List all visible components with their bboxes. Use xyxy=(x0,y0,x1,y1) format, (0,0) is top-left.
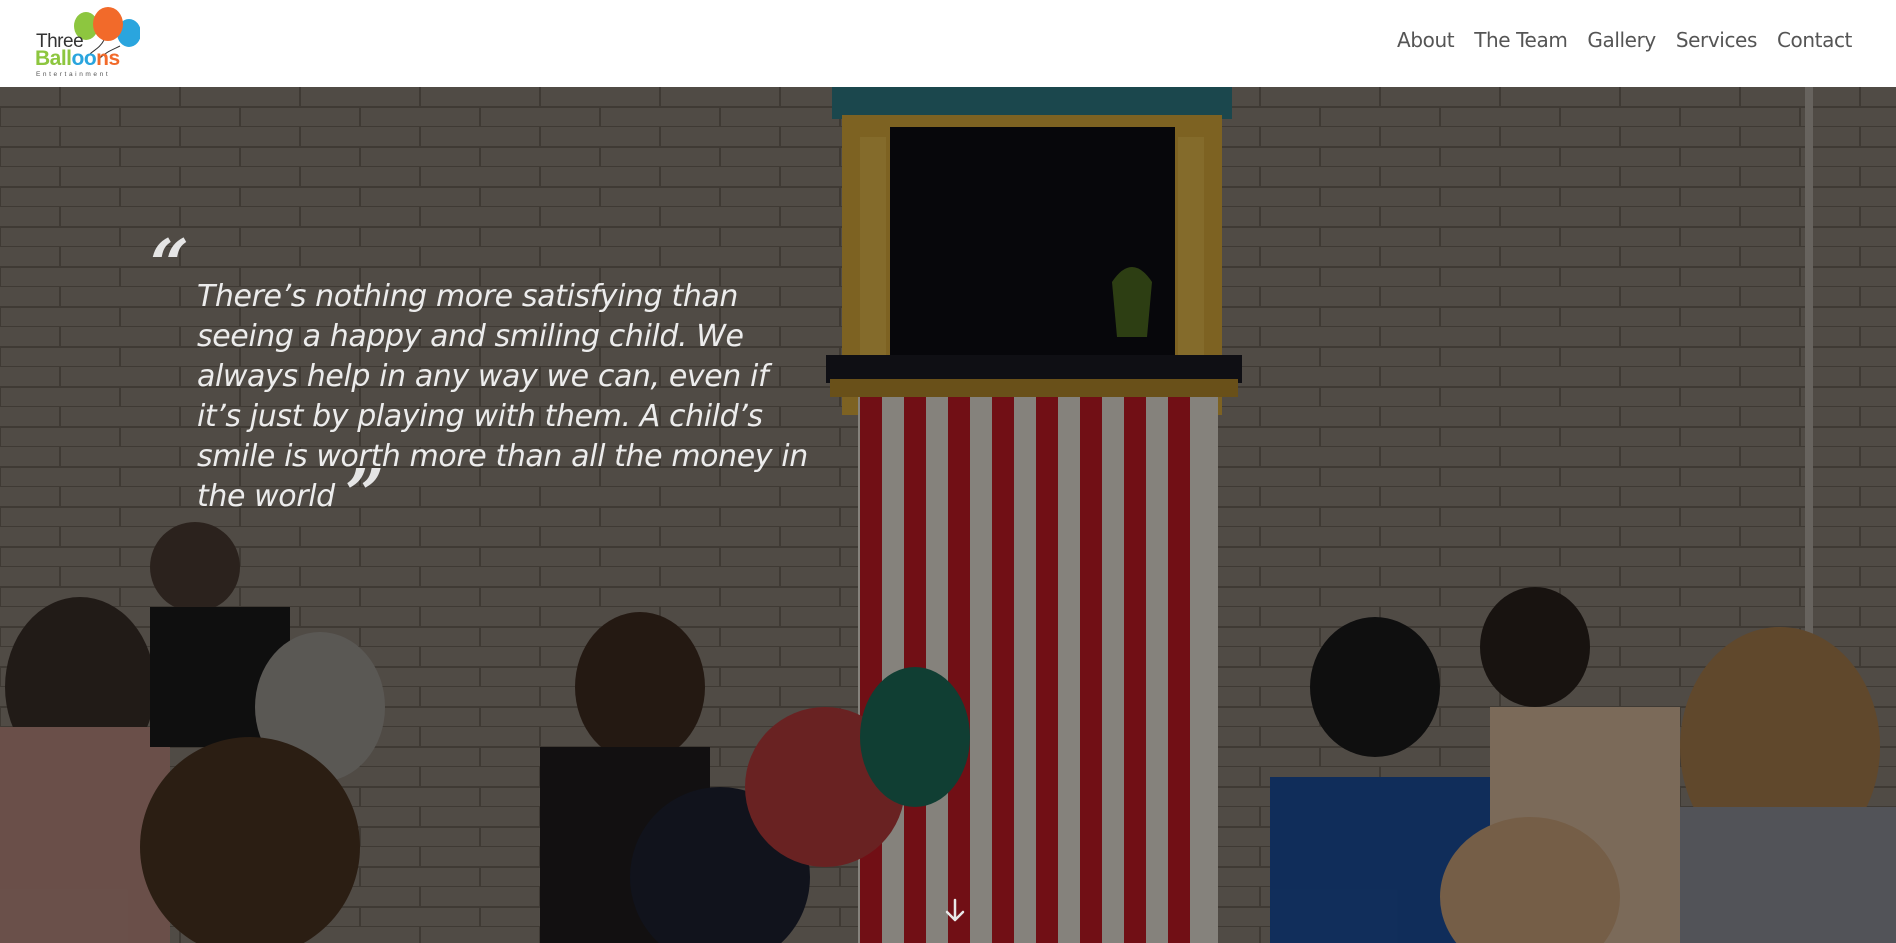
three-balloons-logo[interactable]: Three Balloons Entertainment xyxy=(34,6,140,80)
logo-line-balloons: Balloons xyxy=(35,47,120,70)
arrow-down-icon[interactable] xyxy=(943,897,967,925)
nav-services[interactable]: Services xyxy=(1676,28,1758,52)
nav-gallery[interactable]: Gallery xyxy=(1587,28,1656,52)
main-nav: About The Team Gallery Services Contact xyxy=(1397,28,1852,52)
nav-about[interactable]: About xyxy=(1397,28,1455,52)
hero-quote: There’s nothing more satisfying than see… xyxy=(197,279,808,514)
hero-section: “ There’s nothing more satisfying than s… xyxy=(0,87,1896,943)
logo-line-entertainment: Entertainment xyxy=(36,71,111,78)
quote-close-mark: ” xyxy=(345,455,385,535)
quote-open-mark: “ xyxy=(150,225,190,305)
nav-contact[interactable]: Contact xyxy=(1777,28,1852,52)
site-header: Three Balloons Entertainment About The T… xyxy=(0,0,1896,87)
nav-the-team[interactable]: The Team xyxy=(1474,28,1568,52)
